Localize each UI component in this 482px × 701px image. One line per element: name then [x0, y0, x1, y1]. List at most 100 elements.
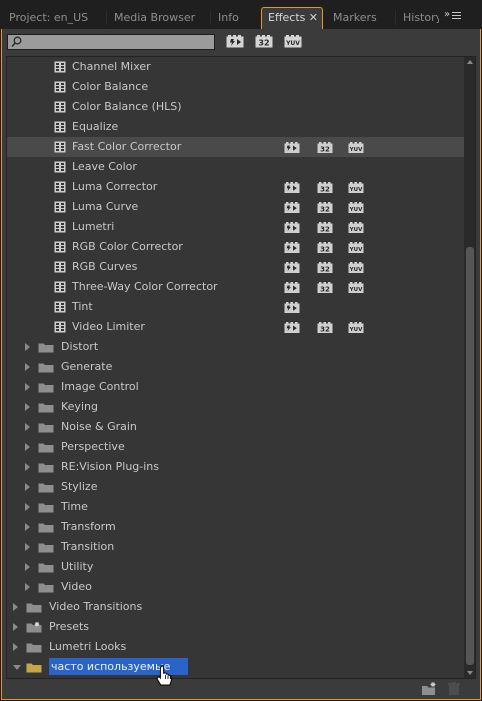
bin-item[interactable]: Presets: [7, 617, 464, 637]
tab-history[interactable]: History: [397, 8, 439, 29]
effect-item[interactable]: Tint: [7, 297, 464, 317]
disclosure-collapsed-icon[interactable]: [25, 543, 30, 551]
svg-text:32: 32: [320, 325, 330, 333]
effect-item[interactable]: Leave Color: [7, 157, 464, 177]
disclosure-collapsed-icon[interactable]: [25, 423, 30, 431]
item-label: Color Balance: [72, 80, 149, 93]
32bit-label: 32: [258, 39, 269, 48]
bin-item[interactable]: Time: [7, 497, 464, 517]
tab-divider: [395, 11, 396, 25]
tab-markers[interactable]: Markers: [327, 8, 393, 29]
effects-panel: 32 YUV часто используемые Lumetri Looks Pr…: [1, 29, 481, 700]
effect-item[interactable]: Video Limiter 32 YUV: [7, 317, 464, 337]
disclosure-expanded-icon[interactable]: [13, 665, 21, 670]
folder-icon: [38, 503, 54, 513]
bin-item[interactable]: Noise & Grain: [7, 417, 464, 437]
effects-tree[interactable]: часто используемые Lumetri Looks Presets Vi…: [6, 56, 476, 679]
yuv-filter-icon[interactable]: YUV: [284, 35, 302, 48]
disclosure-collapsed-icon[interactable]: [25, 443, 30, 451]
bin-item[interactable]: Transition: [7, 537, 464, 557]
panel-menu-icon[interactable]: »: [444, 9, 464, 23]
item-label: Three-Way Color Corrector: [72, 280, 218, 293]
disclosure-collapsed-icon[interactable]: [25, 463, 30, 471]
item-label: Transition: [61, 540, 115, 553]
effect-item[interactable]: RGB Color Corrector 32 YUV: [7, 237, 464, 257]
disclosure-collapsed-icon[interactable]: [25, 363, 30, 371]
effect-item[interactable]: Lumetri 32 YUV: [7, 217, 464, 237]
effect-item[interactable]: Equalize: [7, 117, 464, 137]
item-label: Stylize: [61, 480, 98, 493]
disclosure-collapsed-icon[interactable]: [25, 583, 30, 591]
bin-item[interactable]: Generate: [7, 357, 464, 377]
32bit-icon: 32: [317, 142, 333, 153]
effect-item[interactable]: Luma Corrector 32 YUV: [7, 177, 464, 197]
bin-item[interactable]: Video: [7, 577, 464, 597]
effect-preset-icon: [54, 281, 66, 293]
tab-label: Project: en_US: [9, 11, 89, 24]
bin-item[interactable]: Keying: [7, 397, 464, 417]
32bit-icon: 32: [317, 222, 333, 233]
tab-label: Markers: [333, 11, 377, 24]
bin-item[interactable]: Transform: [7, 517, 464, 537]
32bit-icon: 32: [317, 282, 333, 293]
bin-item[interactable]: Utility: [7, 557, 464, 577]
trash-icon[interactable]: [446, 682, 462, 696]
svg-text:YUV: YUV: [349, 247, 363, 253]
item-label: Lumetri: [72, 220, 115, 233]
item-label: Video Limiter: [72, 320, 145, 333]
bin-item[interactable]: Stylize: [7, 477, 464, 497]
effect-item[interactable]: Color Balance (HLS): [7, 97, 464, 117]
item-label: Luma Curve: [72, 200, 139, 213]
disclosure-collapsed-icon[interactable]: [25, 523, 30, 531]
search-field[interactable]: [7, 34, 215, 50]
bin-item[interactable]: часто используемые: [7, 657, 464, 677]
bin-item[interactable]: Distort: [7, 337, 464, 357]
tab-project[interactable]: Project: en_US: [3, 8, 104, 29]
effect-item[interactable]: Fast Color Corrector 32 YUV: [7, 137, 464, 157]
tab-info[interactable]: Info: [212, 8, 258, 29]
svg-text:32: 32: [320, 225, 330, 233]
bin-item[interactable]: Video Transitions: [7, 597, 464, 617]
effect-item[interactable]: Color Balance: [7, 77, 464, 97]
disclosure-collapsed-icon[interactable]: [13, 643, 18, 651]
effect-item[interactable]: Three-Way Color Corrector 32 YUV: [7, 277, 464, 297]
new-custom-bin-icon[interactable]: [421, 682, 437, 696]
disclosure-collapsed-icon[interactable]: [25, 343, 30, 351]
disclosure-collapsed-icon[interactable]: [13, 623, 18, 631]
disclosure-collapsed-icon[interactable]: [25, 403, 30, 411]
svg-text:32: 32: [320, 265, 330, 273]
accelerated-effect-icon: [284, 222, 300, 233]
32bit-icon: 32: [317, 182, 333, 193]
scroll-down-arrow-icon[interactable]: [467, 671, 473, 675]
disclosure-collapsed-icon[interactable]: [13, 603, 18, 611]
folder-icon: [38, 583, 54, 593]
disclosure-collapsed-icon[interactable]: [25, 503, 30, 511]
tab-effects[interactable]: Effects ✕: [261, 7, 323, 30]
scroll-up-arrow-icon[interactable]: [467, 60, 473, 64]
effect-item[interactable]: Luma Curve 32 YUV: [7, 197, 464, 217]
effect-item[interactable]: RGB Curves 32 YUV: [7, 257, 464, 277]
disclosure-collapsed-icon[interactable]: [25, 383, 30, 391]
close-icon[interactable]: ✕: [309, 8, 318, 28]
yuv-icon: YUV: [348, 262, 364, 273]
effect-item[interactable]: Channel Mixer: [7, 57, 464, 77]
disclosure-collapsed-icon[interactable]: [25, 483, 30, 491]
bin-item[interactable]: Image Control: [7, 377, 464, 397]
svg-text:32: 32: [320, 205, 330, 213]
folder-icon: [26, 663, 42, 673]
scrollbar-thumb[interactable]: [466, 247, 474, 665]
32bit-icon: 32: [317, 262, 333, 273]
vertical-scrollbar[interactable]: [464, 57, 475, 678]
bin-item[interactable]: RE:Vision Plug-ins: [7, 457, 464, 477]
bin-item[interactable]: Lumetri Looks: [7, 637, 464, 657]
bin-item[interactable]: Perspective: [7, 437, 464, 457]
disclosure-collapsed-icon[interactable]: [25, 563, 30, 571]
effect-preset-icon: [54, 221, 66, 233]
effect-preset-icon: [54, 121, 66, 133]
accelerated-effects-filter-icon[interactable]: [226, 35, 244, 48]
32bit-filter-icon[interactable]: 32: [255, 35, 273, 48]
tab-divider: [106, 11, 107, 25]
tab-media-browser[interactable]: Media Browser: [108, 8, 208, 29]
item-label: Channel Mixer: [72, 60, 151, 73]
yuv-icon: YUV: [348, 222, 364, 233]
